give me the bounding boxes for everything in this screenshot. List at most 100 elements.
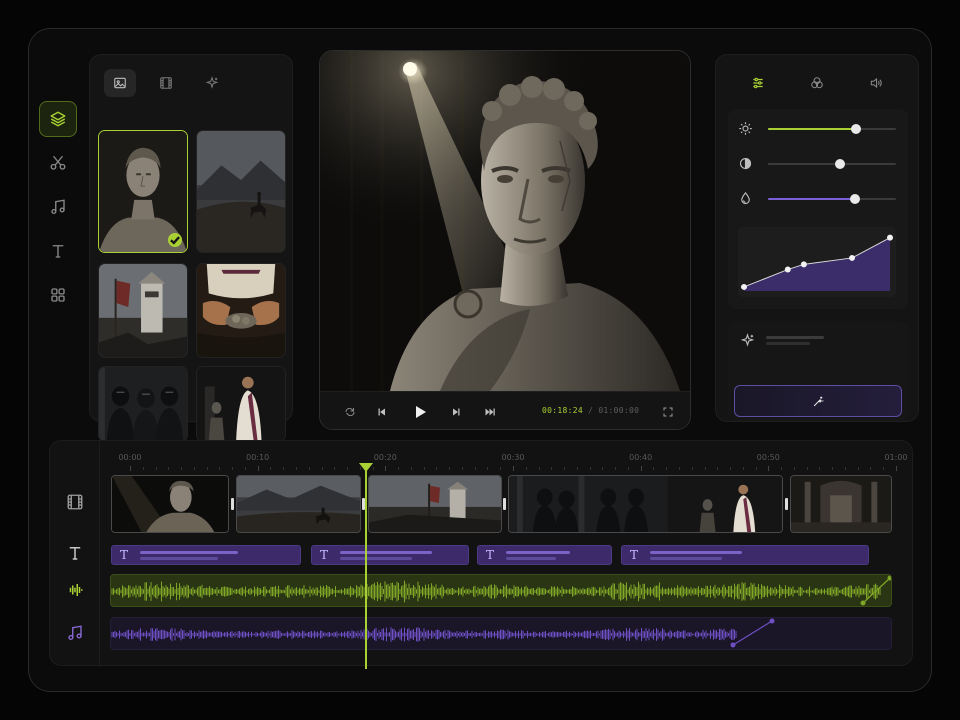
curve-point[interactable] — [887, 234, 893, 241]
saturation-icon — [741, 191, 750, 205]
brightness-icon — [739, 122, 752, 135]
tab-audio[interactable] — [860, 69, 892, 97]
trim-handle[interactable] — [784, 497, 789, 511]
cut-tool-button[interactable] — [39, 145, 77, 181]
ruler-tick — [372, 467, 374, 470]
fade-envelope[interactable] — [862, 577, 891, 604]
text-tool-button[interactable] — [39, 233, 77, 269]
curve-point[interactable] — [784, 266, 791, 273]
keyframe-dot[interactable] — [730, 642, 736, 648]
tone-curve-editor[interactable] — [738, 227, 896, 297]
saturation-slider[interactable] — [738, 191, 898, 207]
music-icon[interactable] — [66, 624, 84, 642]
ruler-tick — [130, 466, 131, 471]
waveform-icon[interactable] — [66, 581, 84, 599]
magic-enhance-button[interactable] — [734, 385, 902, 417]
voiceover-audio-clip[interactable] — [110, 574, 892, 607]
ruler-tick — [410, 467, 412, 470]
media-thumb-coins[interactable] — [196, 263, 286, 358]
curve-point[interactable] — [741, 283, 747, 290]
text-clip[interactable]: T — [621, 545, 869, 565]
text-clip-icon: T — [320, 548, 329, 562]
ai-description-line — [766, 336, 824, 339]
skip-back-button[interactable] — [372, 402, 392, 422]
media-thumb-tower[interactable] — [98, 263, 188, 358]
ruler-tick — [398, 467, 400, 470]
music-icon — [51, 199, 65, 215]
templates-tool-button[interactable] — [39, 277, 77, 313]
text-clip[interactable]: T — [111, 545, 301, 565]
film-icon — [160, 77, 172, 89]
tab-images[interactable] — [104, 69, 136, 97]
total-time: 01:00:00 — [598, 406, 640, 415]
tab-ai-generate[interactable] — [196, 69, 228, 97]
ruler-tick — [257, 466, 259, 471]
tab-color[interactable] — [801, 69, 833, 97]
text-clip[interactable]: T — [311, 545, 469, 565]
media-thumb-bust[interactable] — [98, 130, 188, 253]
ruler-tick — [640, 466, 642, 471]
ruler-tick — [602, 467, 604, 470]
playhead-handle[interactable] — [359, 463, 373, 472]
curve-point[interactable] — [849, 254, 856, 261]
bust-clip-thumbnail — [112, 476, 228, 532]
ruler-tick — [589, 467, 591, 470]
trim-handle[interactable] — [502, 497, 507, 511]
brightness-knob[interactable] — [851, 124, 862, 134]
speaker-icon — [870, 77, 882, 89]
tab-videos[interactable] — [150, 69, 182, 97]
media-thumb-senator[interactable] — [196, 366, 286, 442]
timecode: 00:18:24 / 01:00:00 — [542, 406, 639, 415]
image-icon — [114, 77, 126, 89]
text-clip-icon: T — [486, 548, 495, 562]
fullscreen-button[interactable] — [658, 402, 678, 422]
hall-clip-thumbnail — [791, 476, 891, 532]
ruler-tick — [781, 467, 783, 470]
ruler-tick — [270, 467, 272, 470]
sparkle-icon — [205, 76, 219, 89]
fade-envelope[interactable] — [732, 620, 773, 646]
film-icon[interactable] — [66, 493, 84, 511]
ruler-tick — [615, 467, 617, 470]
video-preview-panel: 00:18:24 / 01:00:00 — [319, 50, 691, 430]
ai-description-line — [766, 342, 810, 345]
keyframe-dot[interactable] — [769, 618, 775, 624]
video-clip-soldiers[interactable] — [508, 475, 783, 533]
text-icon[interactable] — [66, 544, 84, 562]
ruler-tick-label: 00:30 — [501, 453, 525, 462]
ruler-tick — [206, 467, 208, 470]
playhead[interactable] — [365, 465, 367, 669]
contrast-knob[interactable] — [834, 159, 845, 169]
brightness-slider[interactable] — [738, 121, 898, 137]
trim-handle[interactable] — [230, 497, 235, 511]
keyframe-dot[interactable] — [860, 600, 866, 606]
media-thumb-rider[interactable] — [196, 130, 286, 253]
media-library-panel — [89, 54, 293, 442]
skip-forward-button[interactable] — [480, 402, 500, 422]
loop-button[interactable] — [340, 402, 360, 422]
tab-adjust[interactable] — [742, 69, 774, 97]
music-waveform — [111, 618, 775, 648]
play-button[interactable] — [408, 400, 432, 424]
audio-tool-button[interactable] — [39, 189, 77, 225]
video-clip-hall[interactable] — [790, 475, 892, 533]
track-headers — [50, 441, 100, 667]
curve-point[interactable] — [800, 261, 807, 268]
contrast-slider[interactable] — [738, 156, 898, 172]
video-clip-bust[interactable] — [111, 475, 229, 533]
video-clip-tower[interactable] — [368, 475, 502, 533]
ruler-tick — [768, 466, 770, 471]
ruler-tick — [525, 467, 527, 470]
ruler-tick — [627, 467, 629, 470]
step-forward-button[interactable] — [446, 402, 466, 422]
ruler-tick — [500, 467, 502, 470]
layers-tool-button[interactable] — [39, 101, 77, 137]
ruler-tick — [883, 467, 885, 470]
media-thumb-soldiers[interactable] — [98, 366, 188, 442]
text-clip[interactable]: T — [477, 545, 612, 565]
saturation-knob[interactable] — [850, 194, 861, 204]
ruler-tick — [283, 467, 285, 470]
ruler-tick — [819, 467, 821, 470]
music-audio-clip[interactable] — [110, 617, 892, 650]
video-clip-rider[interactable] — [236, 475, 361, 533]
